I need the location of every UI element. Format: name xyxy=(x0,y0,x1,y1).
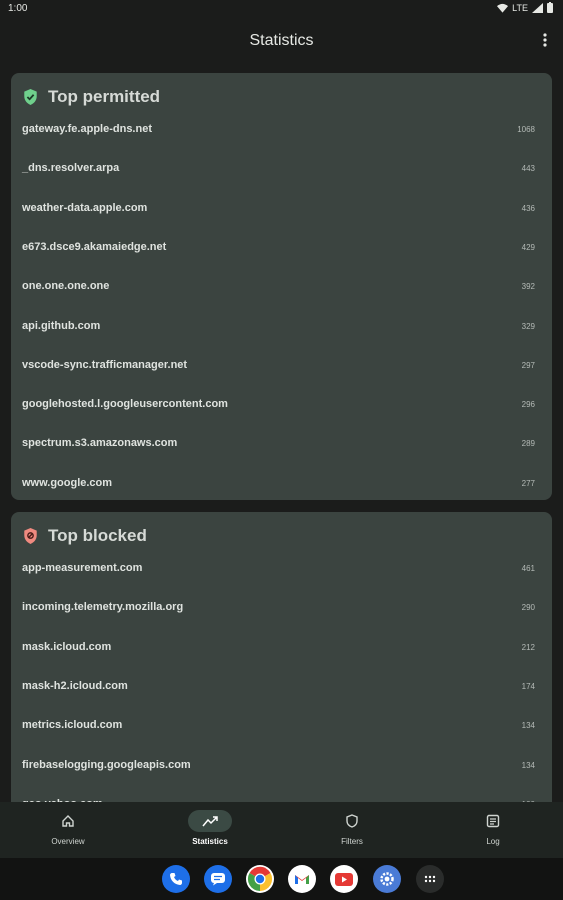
nav-filters-pill xyxy=(330,810,374,832)
shield-check-icon xyxy=(24,89,37,105)
app-drawer-icon[interactable] xyxy=(416,865,444,893)
status-time: 1:00 xyxy=(8,3,28,14)
domain-row[interactable]: www.google.com 277 xyxy=(11,473,552,500)
domain-name: mask.icloud.com xyxy=(22,640,112,653)
domain-name: metrics.icloud.com xyxy=(22,719,123,732)
domain-row[interactable]: one.one.one.one 392 xyxy=(11,276,552,315)
domain-row[interactable]: mask-h2.icloud.com 174 xyxy=(11,676,552,715)
nav-overview-pill xyxy=(46,810,90,832)
nav-filters-label: Filters xyxy=(341,837,363,846)
settings-icon[interactable] xyxy=(373,865,401,893)
nav-statistics-pill xyxy=(188,810,232,832)
trending-icon xyxy=(202,816,218,827)
request-count: 329 xyxy=(521,321,535,331)
system-dock xyxy=(0,858,563,900)
page-title: Statistics xyxy=(249,32,314,49)
domain-name: gateway.fe.apple-dns.net xyxy=(22,123,152,135)
domain-row[interactable]: e673.dsce9.akamaiedge.net 429 xyxy=(11,237,552,276)
signal-icon xyxy=(532,2,543,13)
gmail-icon[interactable] xyxy=(288,865,316,893)
request-count: 461 xyxy=(521,564,535,573)
domain-row[interactable]: metrics.icloud.com 134 xyxy=(11,715,552,754)
domain-row[interactable]: firebaselogging.googleapis.com 134 xyxy=(11,755,552,794)
domain-name: vscode-sync.trafficmanager.net xyxy=(22,358,188,371)
domain-name: _dns.resolver.arpa xyxy=(22,162,120,175)
nav-log[interactable]: Log xyxy=(423,802,563,858)
domain-row[interactable]: api.github.com 329 xyxy=(11,316,552,355)
request-count: 297 xyxy=(521,360,535,370)
domain-row[interactable]: _dns.resolver.arpa 443 xyxy=(11,158,552,197)
domain-name: www.google.com xyxy=(22,476,113,489)
request-count: 429 xyxy=(521,242,535,252)
messages-icon[interactable] xyxy=(204,865,232,893)
request-count: 212 xyxy=(521,642,535,652)
network-type: LTE xyxy=(512,2,528,13)
domain-row[interactable]: googlehosted.l.googleusercontent.com 296 xyxy=(11,394,552,433)
domain-name: firebaselogging.googleapis.com xyxy=(22,758,191,771)
domain-row[interactable]: weather-data.apple.com 436 xyxy=(11,198,552,237)
domain-name: mask-h2.icloud.com xyxy=(22,679,128,692)
domain-row[interactable]: mask.icloud.com 212 xyxy=(11,637,552,676)
request-count: 289 xyxy=(521,439,535,449)
request-count: 134 xyxy=(521,721,535,731)
chrome-icon[interactable] xyxy=(246,865,274,893)
more-options-icon[interactable] xyxy=(541,31,549,49)
request-count: 296 xyxy=(521,400,535,410)
domain-name: spectrum.s3.amazonaws.com xyxy=(22,437,178,450)
domain-name: incoming.telemetry.mozilla.org xyxy=(22,601,184,614)
nav-filters[interactable]: Filters xyxy=(282,802,422,858)
domain-row[interactable]: incoming.telemetry.mozilla.org 290 xyxy=(11,597,552,636)
shield-icon xyxy=(346,814,358,828)
request-count: 1068 xyxy=(517,125,535,134)
nav-log-pill xyxy=(471,810,515,832)
home-icon xyxy=(62,815,74,827)
phone-icon[interactable] xyxy=(162,865,190,893)
top-blocked-card: Top blocked app-measurement.com 461 incomi… xyxy=(11,512,552,812)
shield-block-icon xyxy=(24,528,37,544)
request-count: 174 xyxy=(521,681,535,691)
status-icons: LTE xyxy=(497,2,553,13)
domain-name: weather-data.apple.com xyxy=(22,201,148,214)
nav-overview-label: Overview xyxy=(51,837,85,846)
request-count: 134 xyxy=(521,760,535,770)
request-count: 392 xyxy=(521,282,535,292)
status-bar: 1:00 LTE xyxy=(0,0,563,18)
youtube-icon[interactable] xyxy=(330,865,358,893)
request-count: 436 xyxy=(521,203,535,213)
domain-name: app-measurement.com xyxy=(22,562,143,574)
domain-name: e673.dsce9.akamaiedge.net xyxy=(22,240,167,253)
top-blocked-header: Top blocked xyxy=(23,526,147,546)
domain-row[interactable]: gateway.fe.apple-dns.net 1068 xyxy=(11,119,552,158)
nav-statistics[interactable]: Statistics xyxy=(140,802,280,858)
nav-overview[interactable]: Overview xyxy=(0,802,138,858)
top-permitted-card: Top permitted gateway.fe.apple-dns.net 10… xyxy=(11,73,552,500)
nav-log-label: Log xyxy=(486,837,500,846)
domain-row[interactable]: vscode-sync.trafficmanager.net 297 xyxy=(11,355,552,394)
domain-row[interactable]: spectrum.s3.amazonaws.com 289 xyxy=(11,433,552,472)
request-count: 290 xyxy=(521,603,535,613)
domain-row[interactable]: app-measurement.com 461 xyxy=(11,558,552,597)
request-count: 277 xyxy=(521,478,535,488)
nav-statistics-label: Statistics xyxy=(192,837,228,846)
log-icon xyxy=(486,814,500,828)
wifi-icon xyxy=(497,3,509,13)
domain-name: one.one.one.one xyxy=(22,280,110,293)
top-blocked-title: Top blocked xyxy=(48,526,147,545)
bottom-navigation: Overview Statistics Filters Log xyxy=(0,802,563,858)
domain-name: googlehosted.l.googleusercontent.com xyxy=(22,398,228,411)
domain-name: api.github.com xyxy=(22,319,101,332)
top-permitted-title: Top permitted xyxy=(48,87,161,106)
app-bar: Statistics xyxy=(0,18,563,64)
request-count: 443 xyxy=(521,164,535,174)
battery-icon xyxy=(547,2,553,13)
top-permitted-header: Top permitted xyxy=(23,87,160,107)
